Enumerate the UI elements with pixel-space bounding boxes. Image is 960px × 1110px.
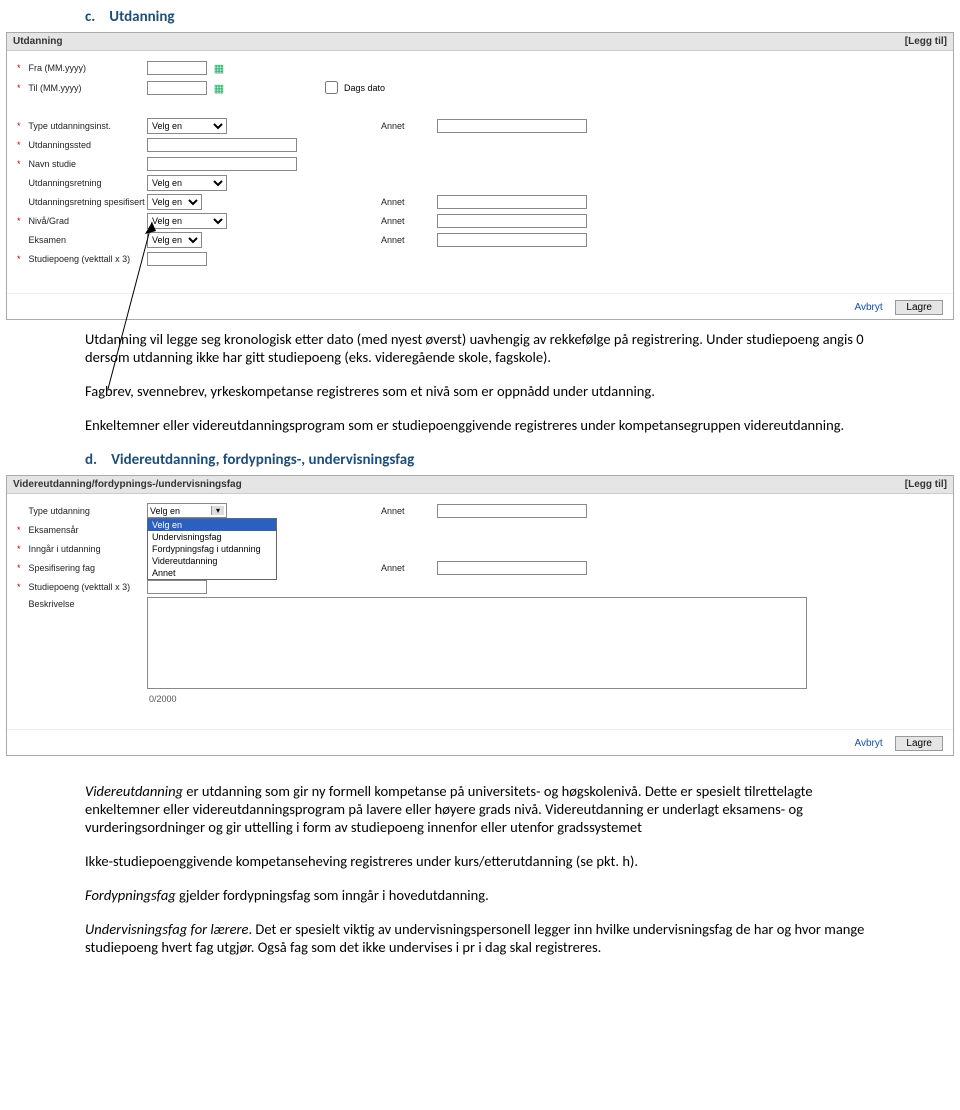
text-d-p4: Undervisningsfag for lærere. Det er spes… bbox=[85, 920, 880, 956]
label-studiepoeng: * Studiepoeng (vekttall x 3) bbox=[7, 254, 147, 264]
studiepoeng2-input[interactable] bbox=[147, 580, 207, 594]
label-inngar: * Inngår i utdanning bbox=[7, 544, 147, 554]
section-d-title: Videreutdanning, fordypnings-, undervisn… bbox=[111, 451, 414, 469]
type-utd-dropdown[interactable]: Velg en ▾ Velg en Undervisningsfag Fordy… bbox=[147, 503, 227, 518]
calendar-icon[interactable]: ▦ bbox=[214, 62, 226, 74]
dags-dato-checkbox[interactable] bbox=[325, 81, 338, 94]
legg-til-link[interactable]: [Legg til] bbox=[905, 36, 947, 47]
calendar-icon[interactable]: ▦ bbox=[214, 82, 226, 94]
type-utd-options-list: Velg en Undervisningsfag Fordypningsfag … bbox=[147, 518, 277, 580]
label-niva: * Nivå/Grad bbox=[7, 216, 147, 226]
studiepoeng-input[interactable] bbox=[147, 252, 207, 266]
annet-label: Annet bbox=[317, 197, 437, 207]
dd-option[interactable]: Videreutdanning bbox=[148, 555, 276, 567]
label-til: * Til (MM.yyyy) bbox=[7, 83, 147, 93]
panel-utdanning-title: Utdanning bbox=[13, 36, 62, 47]
lagre-button[interactable]: Lagre bbox=[895, 300, 943, 315]
annet-label: Annet bbox=[317, 235, 437, 245]
beskrivelse-textarea[interactable] bbox=[147, 597, 807, 689]
annet-label: Annet bbox=[317, 506, 437, 516]
label-retning-spes: * Utdanningsretning spesifisert bbox=[7, 197, 147, 207]
eksamen-select[interactable]: Velg en bbox=[147, 232, 202, 248]
annet-retning-spes-input[interactable] bbox=[437, 195, 587, 209]
panel-utdanning: Utdanning [Legg til] * Fra (MM.yyyy) ▦ *… bbox=[6, 32, 954, 320]
label-spes-fag: * Spesifisering fag bbox=[7, 563, 147, 573]
section-d-letter: d. bbox=[85, 451, 97, 469]
label-studiepoeng2: * Studiepoeng (vekttall x 3) bbox=[7, 582, 147, 592]
panel-videreutdanning-header: Videreutdanning/fordypnings-/undervisnin… bbox=[7, 476, 953, 494]
dd-option[interactable]: Velg en bbox=[148, 519, 276, 531]
text-d-p2: Ikke-studiepoenggivende kompetanseheving… bbox=[85, 852, 880, 870]
legg-til-link[interactable]: [Legg til] bbox=[905, 479, 947, 490]
navn-studie-input[interactable] bbox=[147, 157, 297, 171]
section-c-title: Utdanning bbox=[109, 8, 174, 26]
dags-dato-label: Dags dato bbox=[344, 83, 385, 93]
text-d-p1: Videreutdanning er utdanning som gir ny … bbox=[85, 782, 880, 836]
annet-label: Annet bbox=[317, 563, 437, 573]
text-c-p3: Enkeltemner eller videreutdanningsprogra… bbox=[85, 416, 880, 434]
panel-videreutdanning: Videreutdanning/fordypnings-/undervisnin… bbox=[6, 475, 954, 756]
annet-spes-fag-input[interactable] bbox=[437, 561, 587, 575]
char-counter: 0/2000 bbox=[149, 694, 807, 704]
annet-type-inst-input[interactable] bbox=[437, 119, 587, 133]
lagre-button[interactable]: Lagre bbox=[895, 736, 943, 751]
label-eksamen: * Eksamen bbox=[7, 235, 147, 245]
annet-eksamen-input[interactable] bbox=[437, 233, 587, 247]
dd-option[interactable]: Fordypningsfag i utdanning bbox=[148, 543, 276, 555]
label-navn-studie: * Navn studie bbox=[7, 159, 147, 169]
section-c-heading: c. Utdanning bbox=[85, 8, 960, 26]
label-type-inst: * Type utdanningsinst. bbox=[7, 121, 147, 131]
dd-option[interactable]: Annet bbox=[148, 567, 276, 579]
sted-input[interactable] bbox=[147, 138, 297, 152]
section-c-letter: c. bbox=[85, 8, 95, 26]
text-c-p2: Fagbrev, svennebrev, yrkeskompetanse reg… bbox=[85, 382, 880, 400]
section-d-body: Videreutdanning er utdanning som gir ny … bbox=[85, 782, 880, 957]
label-sted: * Utdanningssted bbox=[7, 140, 147, 150]
section-c-body: Utdanning vil legge seg kronologisk ette… bbox=[85, 330, 880, 435]
fra-input[interactable] bbox=[147, 61, 207, 75]
label-beskrivelse: * Beskrivelse bbox=[7, 597, 147, 609]
chevron-down-icon: ▾ bbox=[211, 506, 224, 515]
text-d-p3: Fordypningsfag gjelder fordypningsfag so… bbox=[85, 886, 880, 904]
label-type-utd: * Type utdanning bbox=[7, 506, 147, 516]
retning-select[interactable]: Velg en bbox=[147, 175, 227, 191]
annet-niva-input[interactable] bbox=[437, 214, 587, 228]
avbryt-link[interactable]: Avbryt bbox=[854, 302, 882, 313]
label-retning: * Utdanningsretning bbox=[7, 178, 147, 188]
label-fra: * Fra (MM.yyyy) bbox=[7, 63, 147, 73]
dd-option[interactable]: Undervisningsfag bbox=[148, 531, 276, 543]
avbryt-link[interactable]: Avbryt bbox=[854, 738, 882, 749]
section-d-heading: d. Videreutdanning, fordypnings-, undervi… bbox=[85, 451, 960, 469]
type-utd-selected: Velg en bbox=[150, 506, 180, 516]
niva-select[interactable]: Velg en bbox=[147, 213, 227, 229]
panel-utdanning-header: Utdanning [Legg til] bbox=[7, 33, 953, 51]
label-eksamensar: * Eksamensår bbox=[7, 525, 147, 535]
annet-type-utd-input[interactable] bbox=[437, 504, 587, 518]
text-c-p1: Utdanning vil legge seg kronologisk ette… bbox=[85, 330, 880, 366]
panel-videreutdanning-title: Videreutdanning/fordypnings-/undervisnin… bbox=[13, 479, 242, 490]
til-input[interactable] bbox=[147, 81, 207, 95]
annet-label: Annet bbox=[317, 121, 437, 131]
retning-spes-select[interactable]: Velg en bbox=[147, 194, 202, 210]
type-inst-select[interactable]: Velg en bbox=[147, 118, 227, 134]
annet-label: Annet bbox=[317, 216, 437, 226]
